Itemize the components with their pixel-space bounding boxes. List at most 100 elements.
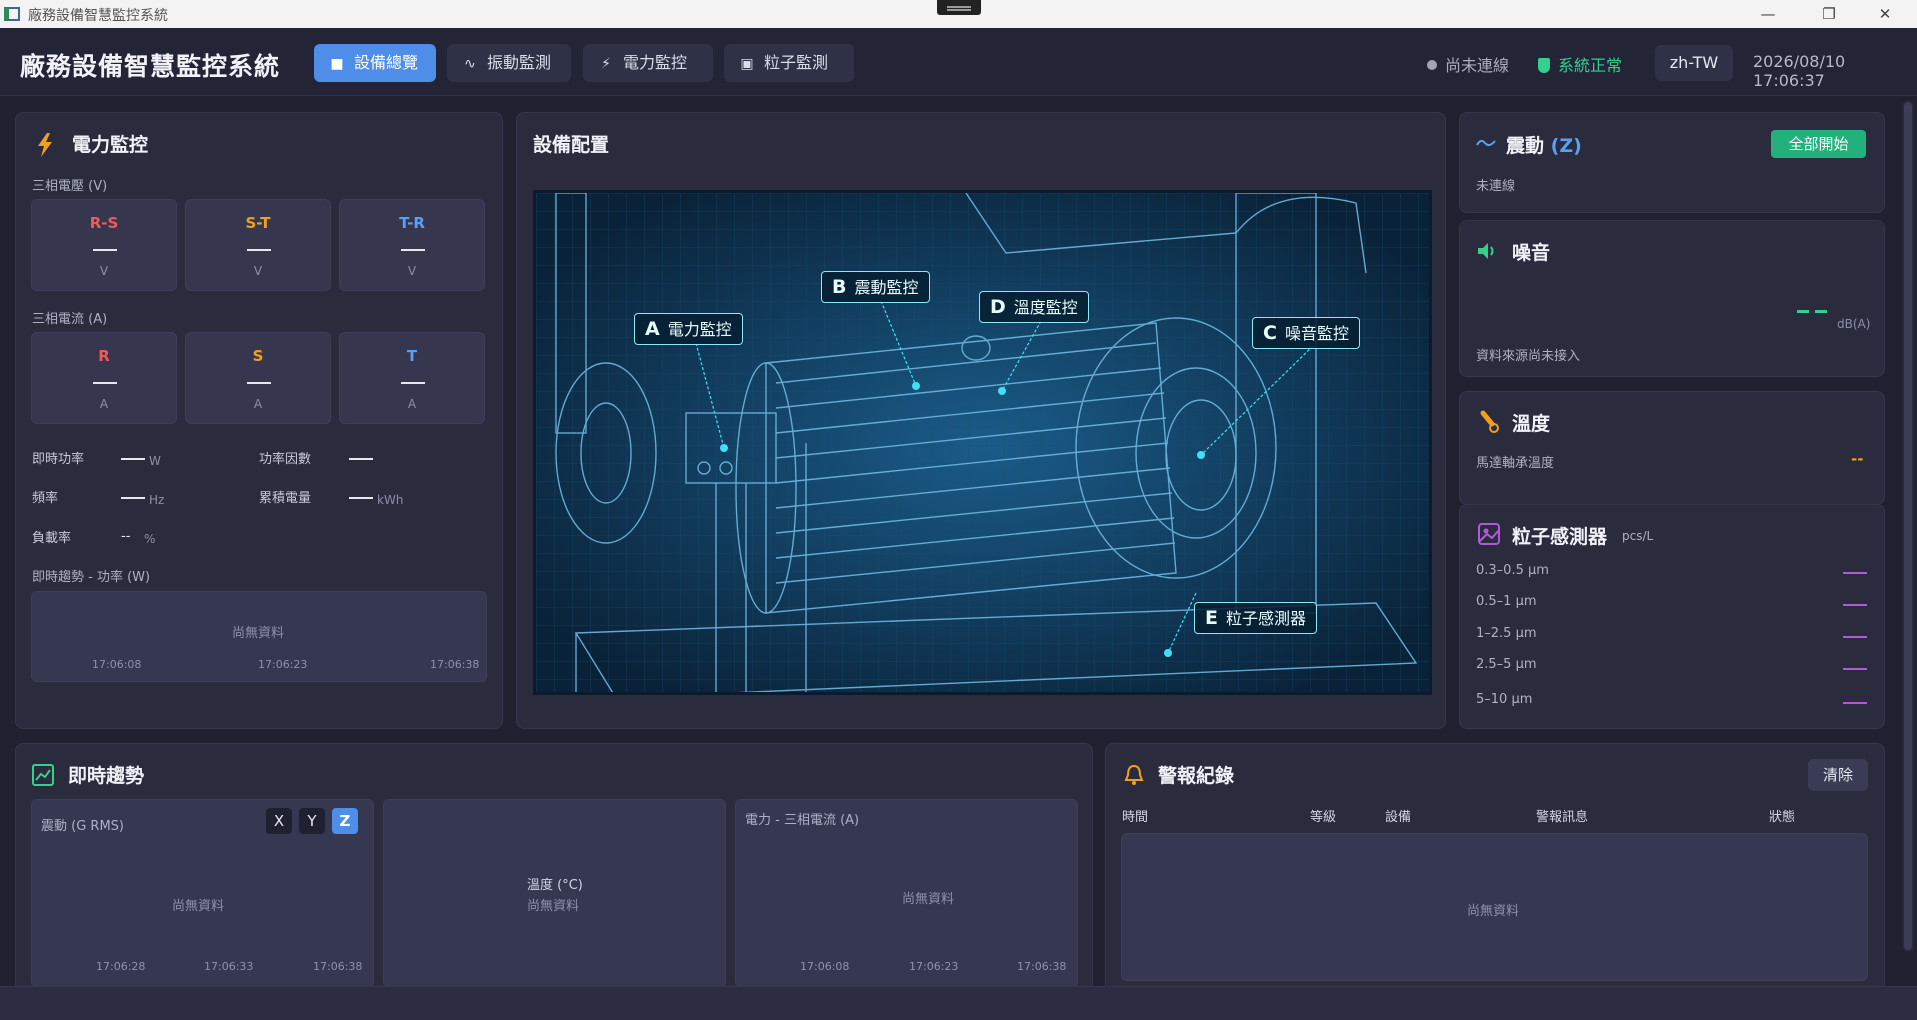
value-placeholder (93, 382, 117, 384)
alarm-table-body: 尚無資料 (1121, 833, 1868, 981)
noise-value-placeholder (1797, 310, 1809, 313)
tile-unit: V (253, 264, 263, 278)
connection-status: 尚未連線 (1427, 52, 1509, 76)
vibration-axis: (Z) (1550, 135, 1582, 157)
freq-label: 頻率 (32, 491, 59, 506)
particle-icon (1478, 523, 1500, 545)
status-footer (0, 986, 1917, 1020)
tile-name: R (98, 347, 110, 365)
power-trend-label: 即時趨勢 - 功率 (W) (32, 570, 151, 585)
scrollbar-thumb[interactable] (1904, 102, 1912, 950)
start-all-button[interactable]: 全部開始 (1771, 130, 1866, 158)
language-selector[interactable]: zh-TW (1655, 45, 1733, 81)
freq-unit: Hz (149, 493, 165, 507)
column-header-status: 狀態 (1769, 810, 1796, 825)
pf-label: 功率因數 (259, 452, 312, 467)
pf-value (349, 458, 373, 460)
value-placeholder (401, 382, 425, 384)
chart-label: 震動 (G RMS) (41, 819, 124, 834)
axis-x-button[interactable]: X (266, 808, 292, 834)
tile-unit: A (253, 397, 263, 411)
callout-label: 震動監控 (854, 278, 919, 297)
x-tick: 17:06:38 (430, 658, 480, 671)
tab-overview[interactable]: ■ 設備總覽 (314, 44, 436, 82)
tab-particles[interactable]: ▣ 粒子監測 (724, 44, 854, 82)
x-tick: 17:06:28 (96, 960, 146, 973)
bell-icon (1124, 764, 1144, 785)
voltage-label: 三相電壓 (V) (32, 179, 108, 194)
axis-z-button[interactable]: Z (332, 808, 358, 834)
energy-label: 累積電量 (259, 491, 312, 506)
chart-nodata: 尚無資料 (232, 626, 285, 641)
value-placeholder (401, 249, 425, 251)
tab-label: 電力監控 (623, 53, 688, 72)
shield-icon (1538, 58, 1550, 73)
x-tick: 17:06:33 (204, 960, 254, 973)
energy-unit: kWh (377, 493, 404, 507)
callout-label: 電力監控 (667, 320, 732, 339)
tab-vibration[interactable]: ∿ 振動監測 (447, 44, 571, 82)
power-title: 電力監控 (72, 134, 149, 156)
wave-icon (1476, 139, 1496, 147)
callout-e[interactable]: E 粒子感測器 (1194, 602, 1317, 634)
overview-icon: ■ (330, 56, 344, 72)
particle-bin-label: 2.5–5 μm (1476, 657, 1537, 672)
speaker-icon (1478, 243, 1494, 259)
noise-value-placeholder (1815, 310, 1827, 313)
chart-nodata: 尚無資料 (902, 892, 955, 907)
window-title: 廠務設備智慧監控系統 (28, 8, 168, 24)
power-label: 即時功率 (32, 452, 85, 467)
vertical-scrollbar[interactable] (1902, 100, 1914, 952)
tab-label: 設備總覽 (354, 53, 419, 72)
x-tick: 17:06:38 (1017, 960, 1067, 973)
particle-value-placeholder (1843, 604, 1867, 606)
x-tick: 17:06:23 (258, 658, 308, 671)
axis-y-button[interactable]: Y (299, 808, 325, 834)
value-placeholder (93, 249, 117, 251)
image-icon: ▣ (740, 56, 754, 72)
drag-handle[interactable] (937, 0, 981, 15)
load-unit: % (144, 532, 156, 546)
callout-c[interactable]: C 噪音監控 (1252, 317, 1360, 349)
current-trend-chart: 電力 - 三相電流 (A) 尚無資料 17:06:08 17:06:23 17:… (735, 799, 1078, 987)
temperature-value: -- (1851, 450, 1864, 468)
voltage-tile-st: S-T V (185, 199, 331, 291)
tile-name: T (406, 347, 418, 365)
tile-unit: V (407, 264, 417, 278)
freq-value (121, 497, 145, 499)
particle-value-placeholder (1843, 702, 1867, 704)
noise-unit: dB(A) (1837, 317, 1871, 331)
close-button[interactable]: ✕ (1862, 2, 1908, 26)
load-value: -- (121, 529, 131, 544)
alarm-title: 警報紀錄 (1158, 765, 1235, 787)
restore-button[interactable]: ❐ (1806, 2, 1852, 26)
voltage-tile-rs: R-S V (31, 199, 177, 291)
tab-power[interactable]: ⚡ 電力監控 (583, 44, 713, 82)
connection-text: 尚未連線 (1445, 56, 1510, 75)
voltage-tile-tr: T-R V (339, 199, 485, 291)
bolt-icon (38, 133, 52, 157)
particle-value-placeholder (1843, 668, 1867, 670)
trends-panel: 即時趨勢 震動 (G RMS) X Y Z 尚無資料 17:06:28 17:0… (15, 743, 1093, 993)
tab-label: 振動監測 (487, 53, 552, 72)
power-unit: W (149, 454, 161, 468)
callout-d[interactable]: D 溫度監控 (979, 291, 1089, 323)
callout-b[interactable]: B 震動監控 (821, 271, 930, 303)
page-title: 廠務設備智慧監控系統 (20, 52, 281, 81)
particle-bin-label: 5–10 μm (1476, 692, 1533, 707)
status-dot-icon (1427, 60, 1437, 70)
chart-nodata: 尚無資料 (527, 899, 580, 914)
x-tick: 17:06:08 (92, 658, 142, 671)
chart-label: 溫度 (°C) (527, 878, 583, 893)
callout-letter: A (645, 318, 660, 340)
column-header-device: 設備 (1385, 810, 1412, 825)
minimize-button[interactable]: — (1745, 2, 1791, 26)
value-placeholder (247, 249, 271, 251)
callout-a[interactable]: A 電力監控 (634, 313, 743, 345)
callout-letter: D (990, 296, 1006, 318)
current-label: 三相電流 (A) (32, 312, 108, 327)
tile-unit: A (99, 397, 109, 411)
vibration-trend-chart: 震動 (G RMS) X Y Z 尚無資料 17:06:28 17:06:33 … (31, 799, 374, 987)
system-status-text: 系統正常 (1558, 56, 1623, 75)
clear-alarms-button[interactable]: 清除 (1808, 759, 1868, 791)
